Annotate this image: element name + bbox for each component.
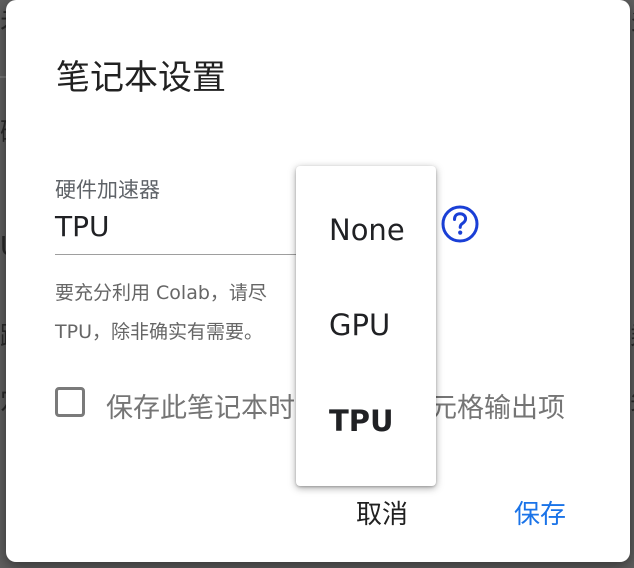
save-button[interactable]: 保存 <box>514 494 566 531</box>
description-line: 要充分利用 Colab，请尽 <box>55 282 267 304</box>
background-fragment: 多 <box>630 0 634 37</box>
hardware-accelerator-select[interactable]: TPU <box>55 210 315 243</box>
hardware-accelerator-label: 硬件加速器 <box>55 178 160 202</box>
accelerator-dropdown-menu: None GPU TPU <box>296 166 436 486</box>
omit-output-checkbox[interactable] <box>55 387 85 417</box>
dropdown-option-gpu[interactable]: GPU <box>296 295 436 355</box>
cancel-button[interactable]: 取消 <box>356 494 408 531</box>
background-fragment: 乘 <box>630 316 634 353</box>
background-fragment: 尖 <box>630 380 634 417</box>
help-circle-icon[interactable] <box>440 204 480 244</box>
description-line: TPU，除非确实有需要。 <box>55 321 263 343</box>
dialog-title: 笔记本设置 <box>56 58 226 98</box>
select-underline <box>55 254 315 255</box>
dropdown-option-tpu[interactable]: TPU <box>296 391 436 451</box>
dropdown-option-none[interactable]: None <box>296 200 436 260</box>
